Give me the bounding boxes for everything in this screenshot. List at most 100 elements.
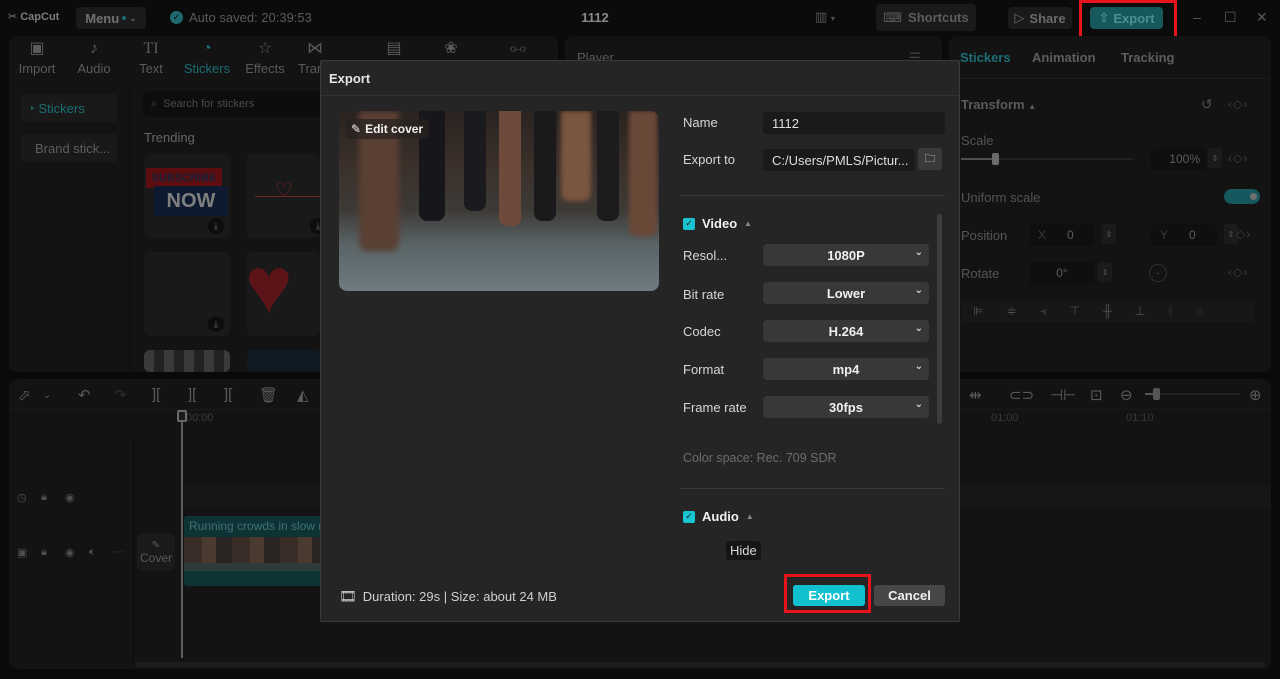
rotate-dial[interactable]: -: [1149, 264, 1167, 282]
zoom-in-icon[interactable]: ⊕: [1249, 386, 1262, 404]
delete-icon[interactable]: 🗑: [259, 386, 278, 404]
settings-scrollbar[interactable]: [937, 214, 942, 424]
more-icon[interactable]: ···: [113, 546, 124, 558]
trim-right-icon[interactable]: ][: [224, 386, 232, 403]
zoom-out-icon[interactable]: ⊖: [1120, 386, 1133, 404]
cover-preview[interactable]: ✎ Edit cover: [339, 111, 659, 291]
tab-audio[interactable]: ♪ Audio: [64, 40, 124, 76]
resolution-select[interactable]: 1080P ⌄: [763, 244, 929, 266]
distribute-h-icon[interactable]: ‖: [1168, 304, 1173, 318]
sticker-red-heart[interactable]: ♥: [247, 252, 320, 336]
maximize-button[interactable]: ☐: [1224, 9, 1237, 26]
sticker-search-input[interactable]: ⌕ Search for stickers: [143, 91, 333, 117]
volume-icon[interactable]: 🔈︎: [89, 546, 96, 559]
position-x-field[interactable]: X 0: [1029, 224, 1095, 246]
cancel-button[interactable]: Cancel: [874, 585, 945, 606]
scale-value-field[interactable]: 100%: [1151, 148, 1206, 170]
eye-icon[interactable]: ◉: [65, 546, 75, 559]
export-path-input[interactable]: C:/Users/PMLS/Pictur...: [763, 149, 915, 171]
lock-icon[interactable]: 🔒︎: [41, 546, 47, 559]
download-icon[interactable]: ⤓: [208, 316, 224, 332]
zoom-fit-icon[interactable]: ⊡: [1090, 386, 1103, 404]
sticker-sparkles[interactable]: ⤓: [144, 252, 230, 336]
tab-filters[interactable]: ❀: [421, 40, 481, 61]
codec-select[interactable]: H.264 ⌄: [763, 320, 929, 342]
select-tool-icon[interactable]: ⬀: [18, 386, 31, 404]
name-input[interactable]: 1112: [763, 112, 945, 134]
video-checkbox[interactable]: ✓: [683, 217, 695, 230]
scale-stepper[interactable]: ⇕: [1208, 148, 1222, 168]
redo-icon[interactable]: ↷: [114, 386, 127, 404]
keyframe-icon[interactable]: ‹◇›: [1228, 265, 1248, 279]
tab-stickers-props[interactable]: Stickers: [960, 50, 1011, 65]
format-select[interactable]: mp4 ⌄: [763, 358, 929, 380]
position-y-field[interactable]: Y 0: [1151, 224, 1217, 246]
tab-effects[interactable]: ☆ Effects: [235, 40, 295, 76]
cover-button[interactable]: ✎ Cover: [137, 533, 175, 571]
align-center-v-icon[interactable]: ╫: [1103, 304, 1112, 318]
title-bar: ✂ CapCut Menu ⌄ ✓ Auto saved: 20:39:53 1…: [0, 0, 1280, 40]
tab-captions[interactable]: ▤: [364, 40, 424, 61]
split-preview-icon[interactable]: ⊣⊢: [1050, 386, 1076, 404]
keyframe-icon[interactable]: ‹◇›: [1228, 151, 1248, 165]
sticker-lightning[interactable]: [247, 350, 320, 372]
sticker-subscribe-now[interactable]: SUBSCRIBE NOW ⤓: [144, 154, 230, 238]
rotate-field[interactable]: 0°: [1029, 262, 1095, 284]
chevron-down-icon[interactable]: ⌄: [43, 390, 51, 401]
uniform-scale-toggle[interactable]: [1224, 189, 1260, 204]
scale-slider-thumb[interactable]: [992, 153, 1000, 165]
sidebar-item-brand-stickers[interactable]: Brand stick...: [21, 134, 117, 162]
align-left-icon[interactable]: ⊫: [973, 304, 983, 318]
tab-text[interactable]: TI Text: [121, 40, 181, 76]
split-icon[interactable]: ][: [152, 386, 160, 403]
eye-icon[interactable]: ◉: [65, 491, 75, 504]
download-icon[interactable]: ⤓: [310, 218, 320, 234]
sticker-pixel[interactable]: [144, 350, 230, 372]
timeline-zoom-slider[interactable]: [1145, 388, 1240, 400]
link-icon[interactable]: ⊂⊃: [1009, 386, 1034, 404]
timeline-scrollbar[interactable]: [135, 662, 1265, 667]
audio-section-header[interactable]: ✓ Audio ▲: [683, 509, 754, 524]
keyframe-icon[interactable]: ◇›: [1236, 227, 1251, 241]
bitrate-select[interactable]: Lower ⌄: [763, 282, 929, 304]
align-center-h-icon[interactable]: ≑: [1006, 304, 1016, 318]
reset-icon[interactable]: ↺: [1201, 96, 1213, 113]
menu-button[interactable]: Menu ⌄: [76, 7, 146, 29]
undo-icon[interactable]: ↶: [78, 386, 91, 404]
video-clip[interactable]: Running crowds in slow motion: [184, 516, 324, 586]
download-icon[interactable]: ⤓: [208, 218, 224, 234]
trim-left-icon[interactable]: ][: [188, 386, 196, 403]
mirror-icon[interactable]: ◭: [297, 386, 309, 404]
framerate-select[interactable]: 30fps ⌄: [763, 396, 929, 418]
align-bottom-icon[interactable]: ⊥: [1135, 304, 1145, 318]
tab-adjustment[interactable]: ⧟: [488, 40, 548, 61]
folder-icon[interactable]: 🗀: [918, 148, 942, 170]
rotate-stepper[interactable]: ⇕: [1098, 262, 1112, 282]
layout-icon[interactable]: ▥ ▾: [815, 9, 835, 25]
tab-tracking[interactable]: Tracking: [1121, 50, 1174, 65]
zoom-slider-thumb[interactable]: [1153, 388, 1160, 400]
scale-slider[interactable]: [961, 153, 1133, 165]
sidebar-item-stickers[interactable]: ▸ Stickers: [21, 94, 117, 122]
position-x-stepper[interactable]: ⇕: [1102, 224, 1116, 244]
tab-stickers[interactable]: ◔ Stickers: [177, 40, 237, 76]
edit-cover-button[interactable]: ✎ Edit cover: [345, 119, 430, 139]
clock-icon[interactable]: ◷: [17, 491, 27, 504]
snap-icon[interactable]: ⇹: [969, 386, 982, 404]
close-button[interactable]: ✕: [1256, 9, 1268, 26]
dialog-title: Export: [329, 71, 371, 86]
keyframe-icon[interactable]: ‹◇›: [1228, 97, 1248, 111]
sticker-heartbeat[interactable]: ♡ ⤓: [247, 154, 320, 238]
playhead[interactable]: [177, 410, 187, 658]
share-button[interactable]: ▷ Share: [1008, 7, 1072, 29]
shortcuts-button[interactable]: ⌨ Shortcuts: [876, 4, 976, 31]
video-section-header[interactable]: ✓ Video ▲: [683, 216, 752, 231]
minimize-button[interactable]: –: [1193, 9, 1201, 25]
align-top-icon[interactable]: ⊤: [1070, 304, 1080, 318]
tab-import[interactable]: ▣ Import: [7, 40, 67, 76]
distribute-v-icon[interactable]: ≡: [1196, 304, 1203, 318]
align-right-icon[interactable]: ⫣: [1040, 304, 1047, 319]
tab-animation[interactable]: Animation: [1032, 50, 1096, 65]
audio-checkbox[interactable]: ✓: [683, 510, 695, 523]
lock-icon[interactable]: 🔒︎: [41, 491, 47, 504]
